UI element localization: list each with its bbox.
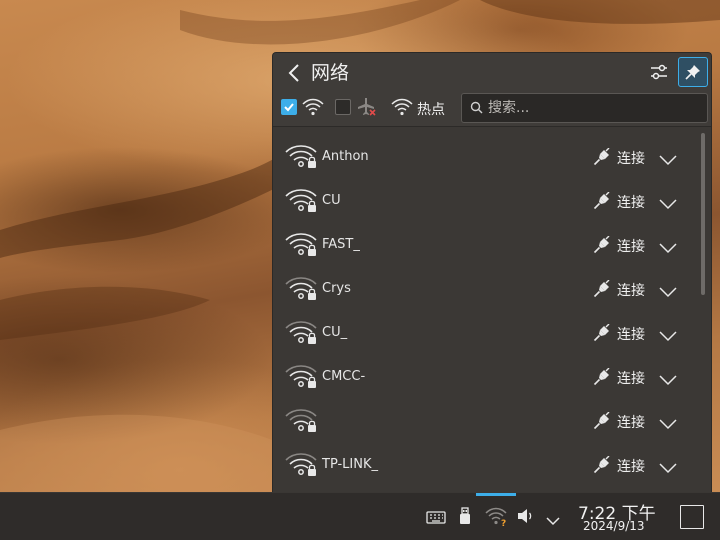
chevron-down-icon[interactable]: [659, 415, 677, 434]
chevron-down-icon[interactable]: [659, 195, 677, 214]
scrollbar-thumb[interactable]: [701, 133, 705, 295]
connect-button[interactable]: 连接: [617, 412, 645, 432]
network-row[interactable]: FAST_ 连接: [273, 223, 697, 267]
network-ssid: Crys: [322, 281, 351, 296]
hotspot-icon[interactable]: [391, 98, 413, 116]
network-list-scrollbar[interactable]: [699, 131, 707, 492]
popup-header: 网络 热点 搜索...: [273, 53, 711, 127]
airplane-mode-icon: [356, 97, 378, 117]
taskbar: ? 7:22 下午 2024/9/13: [0, 492, 720, 540]
connect-plug-icon: [593, 147, 611, 170]
wifi-secured-icon: [285, 187, 319, 217]
pin-button[interactable]: [678, 57, 708, 87]
search-input[interactable]: [488, 98, 698, 118]
popup-title: 网络: [311, 62, 350, 84]
wifi-enabled-checkbox[interactable]: [281, 99, 297, 115]
clock-date[interactable]: 2024/9/13: [583, 519, 645, 533]
network-row[interactable]: Crys 连接: [273, 267, 697, 311]
chevron-left-icon: [288, 64, 299, 82]
network-list: Anthon 连接 CU 连接 FAST_ 连接 Crys 连接 CU_ 连接 …: [273, 127, 697, 492]
connect-plug-icon: [593, 411, 611, 434]
active-applet-indicator: [476, 493, 516, 496]
network-ssid: CU_: [322, 325, 348, 340]
connect-button[interactable]: 连接: [617, 148, 645, 168]
keyboard-icon[interactable]: [426, 509, 446, 529]
search-box[interactable]: [461, 93, 708, 123]
connect-button[interactable]: 连接: [617, 192, 645, 212]
checkmark-icon: [284, 103, 294, 112]
network-row[interactable]: Anthon 连接: [273, 135, 697, 179]
connect-plug-icon: [593, 191, 611, 214]
search-icon: [470, 101, 483, 114]
connect-plug-icon: [593, 367, 611, 390]
sliders-icon: [651, 64, 667, 80]
connect-button[interactable]: 连接: [617, 456, 645, 476]
network-ssid: Anthon: [322, 149, 369, 164]
connect-plug-icon: [593, 235, 611, 258]
svg-text:?: ?: [501, 519, 506, 527]
airplane-mode-checkbox[interactable]: [335, 99, 351, 115]
chevron-up-icon[interactable]: [546, 511, 560, 530]
network-row[interactable]: CU_ 连接: [273, 311, 697, 355]
back-button[interactable]: [283, 61, 305, 85]
chevron-down-icon[interactable]: [659, 283, 677, 302]
configure-button[interactable]: [646, 59, 672, 85]
wifi-secured-icon: [285, 275, 319, 305]
connect-button[interactable]: 连接: [617, 236, 645, 256]
wifi-icon: [302, 98, 324, 116]
network-row[interactable]: TP-LINK_ 连接: [273, 443, 697, 487]
connect-button[interactable]: 连接: [617, 324, 645, 344]
connect-button[interactable]: 连接: [617, 280, 645, 300]
chevron-down-icon[interactable]: [659, 151, 677, 170]
wifi-secured-icon: [285, 451, 319, 481]
network-ssid: CU: [322, 193, 341, 208]
connect-button[interactable]: 连接: [617, 368, 645, 388]
chevron-down-icon[interactable]: [659, 371, 677, 390]
volume-icon[interactable]: [516, 507, 536, 529]
network-ssid: TP-LINK_: [322, 457, 379, 472]
filter-row: 热点: [273, 93, 711, 125]
chevron-down-icon[interactable]: [659, 239, 677, 258]
network-ssid: FAST_: [322, 237, 360, 252]
network-row[interactable]: CU 连接: [273, 179, 697, 223]
chevron-down-icon[interactable]: [659, 459, 677, 478]
wifi-unknown-icon[interactable]: ?: [485, 507, 509, 531]
network-ssid: CMCC-: [322, 369, 366, 384]
network-popup: 网络 热点 搜索... Anthon 连接 CU 连接 FAST_ 连接 Cry…: [272, 52, 712, 492]
pin-icon: [685, 65, 700, 80]
wifi-secured-icon: [285, 407, 319, 437]
connect-plug-icon: [593, 323, 611, 346]
network-row[interactable]: 连接: [273, 399, 697, 443]
connect-plug-icon: [593, 279, 611, 302]
show-desktop-button[interactable]: [680, 505, 704, 529]
usb-device-icon[interactable]: [459, 507, 471, 529]
wifi-secured-icon: [285, 363, 319, 393]
hotspot-label[interactable]: 热点: [417, 99, 445, 119]
connect-plug-icon: [593, 455, 611, 478]
wifi-secured-icon: [285, 143, 319, 173]
chevron-down-icon[interactable]: [659, 327, 677, 346]
wifi-secured-icon: [285, 319, 319, 349]
network-row[interactable]: CMCC- 连接: [273, 355, 697, 399]
wifi-secured-icon: [285, 231, 319, 261]
